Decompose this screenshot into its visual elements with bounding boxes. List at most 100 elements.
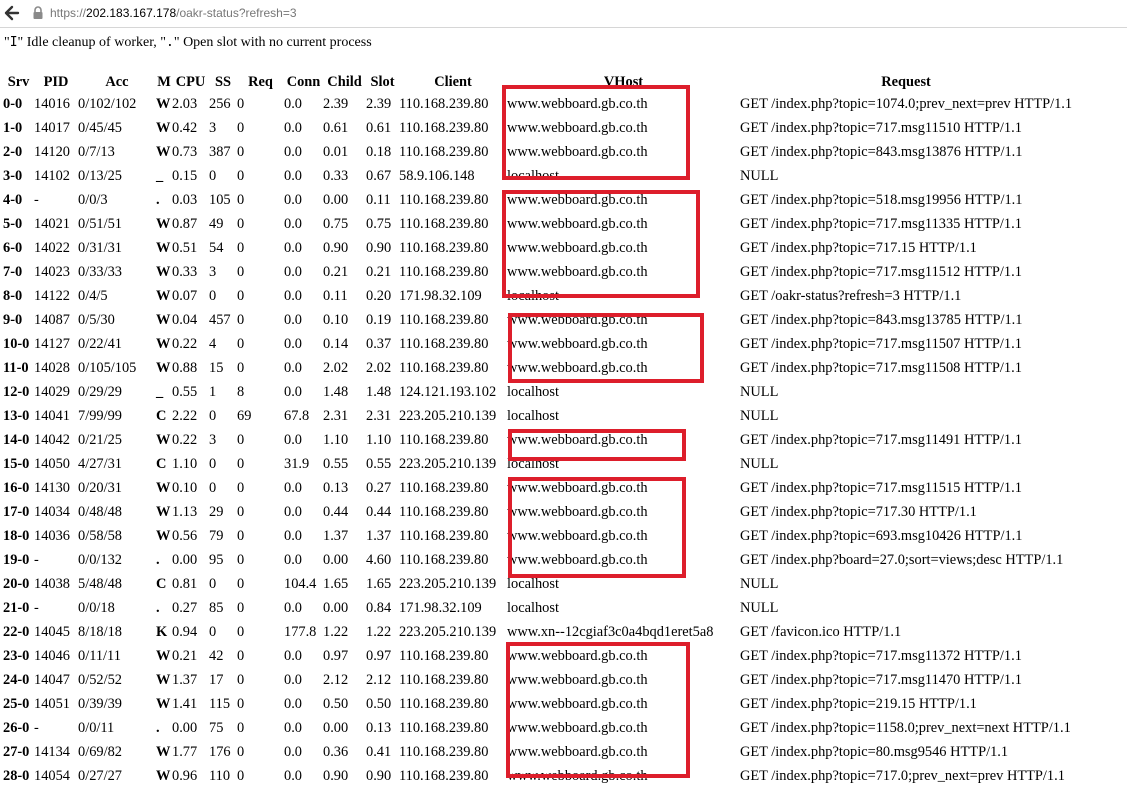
cell-conn: 0.0: [284, 239, 302, 256]
cell-req: 0: [237, 671, 245, 688]
cell-child: 0.10: [323, 311, 349, 328]
cell-child: 1.22: [323, 623, 349, 640]
url-field[interactable]: https://202.183.167.178/oakr-status?refr…: [50, 6, 297, 20]
cell-request: GET /index.php?topic=843.msg13876 HTTP/1…: [740, 143, 1023, 160]
cell-mode: C: [156, 407, 167, 424]
cell-vhost: www.webboard.gb.co.th: [507, 119, 648, 136]
cell-cpu: 0.42: [172, 119, 198, 136]
cell-pid: 14038: [34, 575, 70, 592]
cell-mode: W: [156, 671, 171, 688]
cell-slot: 0.11: [366, 191, 391, 208]
cell-client: 110.168.239.80: [399, 695, 489, 712]
address-bar[interactable]: https://202.183.167.178/oakr-status?refr…: [0, 0, 1127, 28]
cell-vhost: www.webboard.gb.co.th: [507, 647, 648, 664]
cell-vhost: www.webboard.gb.co.th: [507, 359, 648, 376]
cell-cpu: 0.04: [172, 311, 198, 328]
cell-ss: 75: [209, 719, 224, 736]
cell-ss: 387: [209, 143, 231, 160]
column-header-client: Client: [434, 73, 472, 90]
cell-req: 0: [237, 431, 245, 448]
cell-ss: 3: [209, 119, 217, 136]
cell-pid: 14036: [34, 527, 70, 544]
cell-conn: 0.0: [284, 719, 302, 736]
cell-pid: 14046: [34, 647, 70, 664]
cell-child: 0.97: [323, 647, 349, 664]
cell-slot: 0.55: [366, 455, 392, 472]
cell-mode: C: [156, 575, 167, 592]
cell-mode: W: [156, 743, 171, 760]
cell-client: 110.168.239.80: [399, 719, 489, 736]
cell-slot: 0.27: [366, 479, 392, 496]
cell-vhost: www.webboard.gb.co.th: [507, 719, 648, 736]
cell-srv: 6-0: [3, 239, 23, 256]
cell-request: NULL: [740, 599, 779, 616]
back-arrow-icon: [4, 5, 20, 21]
cell-mode: _: [156, 383, 164, 400]
cell-slot: 2.02: [366, 359, 392, 376]
column-header-ss: SS: [214, 73, 231, 90]
cell-slot: 0.19: [366, 311, 392, 328]
cell-slot: 4.60: [366, 551, 392, 568]
cell-pid: 14120: [34, 143, 70, 160]
cell-req: 0: [237, 719, 245, 736]
cell-client: 110.168.239.80: [399, 95, 489, 112]
cell-client: 58.9.106.148: [399, 167, 475, 184]
column-header-pid: PID: [43, 73, 69, 90]
cell-slot: 0.75: [366, 215, 392, 232]
cell-pid: -: [34, 599, 39, 616]
cell-cpu: 0.27: [172, 599, 198, 616]
table-row: 11-0 14028 0/105/105 W 0.88 15 0 0.0 2.02 2.02 110…: [3, 356, 1072, 380]
cell-request: GET /index.php?topic=219.15 HTTP/1.1: [740, 695, 977, 712]
cell-conn: 0.0: [284, 335, 302, 352]
cell-vhost: www.webboard.gb.co.th: [507, 431, 648, 448]
cell-req: 0: [237, 767, 245, 784]
cell-conn: 0.0: [284, 479, 302, 496]
cell-ss: 15: [209, 359, 224, 376]
cell-child: 2.12: [323, 671, 349, 688]
cell-slot: 2.31: [366, 407, 392, 424]
cell-client: 110.168.239.80: [399, 263, 489, 280]
table-row: 20-0 14038 5/48/48 C 0.81 0 0 104.4 1.65 1.65 223.…: [3, 572, 1072, 596]
cell-ss: 95: [209, 551, 224, 568]
cell-client: 110.168.239.80: [399, 671, 489, 688]
cell-request: GET /index.php?topic=717.30 HTTP/1.1: [740, 503, 977, 520]
cell-ss: 49: [209, 215, 224, 232]
cell-vhost: www.webboard.gb.co.th: [507, 671, 648, 688]
cell-conn: 0.0: [284, 311, 302, 328]
cell-conn: 0.0: [284, 287, 302, 304]
cell-client: 110.168.239.80: [399, 431, 489, 448]
cell-srv: 14-0: [3, 431, 30, 448]
table-row: 2-0 14120 0/7/13 W 0.73 387 0 0.0 0.01 0.18 110.16…: [3, 140, 1072, 164]
cell-srv: 17-0: [3, 503, 30, 520]
cell-mode: W: [156, 695, 171, 712]
cell-cpu: 0.87: [172, 215, 198, 232]
cell-pid: 14047: [34, 671, 70, 688]
cell-mode: .: [156, 599, 160, 616]
cell-pid: 14122: [34, 287, 70, 304]
cell-cpu: 0.22: [172, 335, 198, 352]
cell-req: 0: [237, 287, 245, 304]
table-row: 18-0 14036 0/58/58 W 0.56 79 0 0.0 1.37 1.37 110.1…: [3, 524, 1072, 548]
cell-acc: 0/58/58: [78, 527, 122, 544]
cell-vhost: www.webboard.gb.co.th: [507, 263, 648, 280]
cell-ss: 4: [209, 335, 217, 352]
table-row: 28-0 14054 0/27/27 W 0.96 110 0 0.0 0.90 0.90 110.…: [3, 764, 1072, 788]
table-header-row: Srv PID Acc M CPU SS Req Conn Child Slot Client VHo…: [3, 72, 1072, 92]
back-button[interactable]: [1, 3, 21, 23]
cell-slot: 0.44: [366, 503, 392, 520]
cell-acc: 0/29/29: [78, 383, 122, 400]
cell-req: 0: [237, 167, 245, 184]
table-row: 14-0 14042 0/21/25 W 0.22 3 0 0.0 1.10 1.10 110.16…: [3, 428, 1072, 452]
cell-ss: 85: [209, 599, 224, 616]
cell-req: 0: [237, 215, 245, 232]
cell-ss: 0: [209, 575, 217, 592]
cell-mode: W: [156, 527, 171, 544]
table-row: 25-0 14051 0/39/39 W 1.41 115 0 0.0 0.50 0.50 110.…: [3, 692, 1072, 716]
cell-slot: 1.65: [366, 575, 392, 592]
cell-pid: 14028: [34, 359, 70, 376]
cell-req: 0: [237, 191, 245, 208]
cell-pid: 14050: [34, 455, 70, 472]
cell-mode: .: [156, 191, 160, 208]
column-header-child: Child: [327, 73, 362, 90]
cell-ss: 17: [209, 671, 224, 688]
